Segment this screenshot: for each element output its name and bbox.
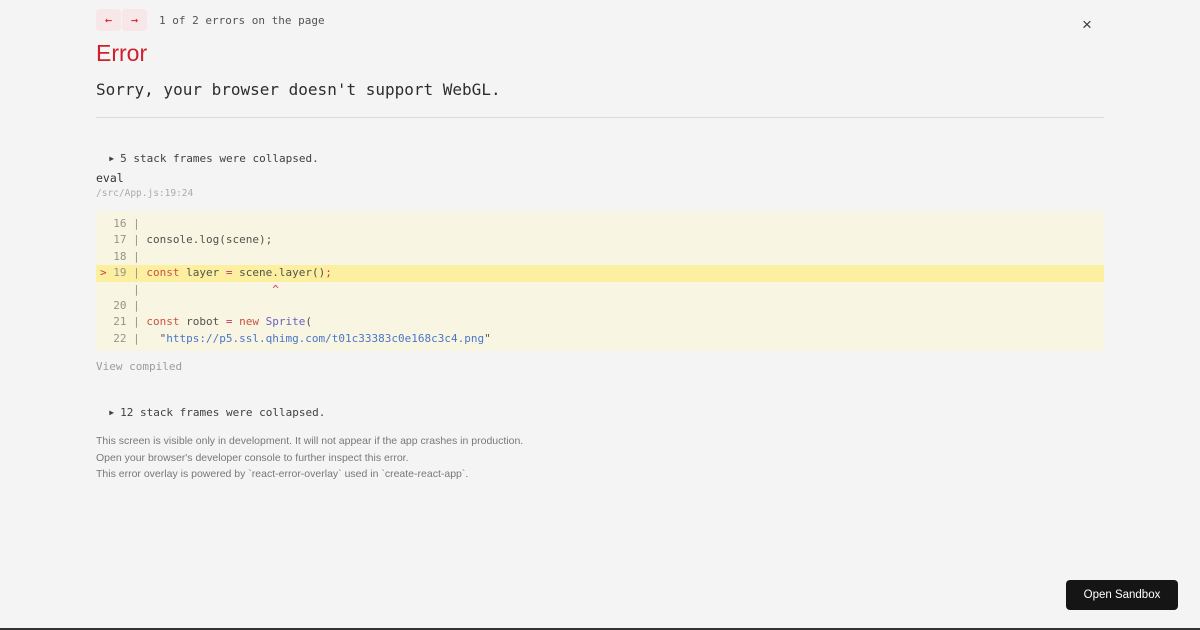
close-button[interactable]: × — [1080, 14, 1094, 35]
footer-notes: This screen is visible only in developme… — [96, 433, 523, 483]
collapsed-frames-label: 5 stack frames were collapsed. — [120, 152, 319, 165]
code-line: 22 | "https://p5.ssl.qhimg.com/t01c33383… — [100, 331, 491, 345]
arrow-right-icon: → — [130, 13, 139, 27]
code-block: 16 | 17 | console.log(scene); 18 | > 19 … — [96, 211, 1104, 351]
error-message: Sorry, your browser doesn't support WebG… — [96, 80, 501, 99]
code-line: 20 | — [100, 298, 147, 312]
collapsed-frames-label: 12 stack frames were collapsed. — [120, 406, 326, 419]
triangle-right-icon: ▶ — [109, 154, 115, 163]
footer-note: This error overlay is powered by `react-… — [96, 468, 469, 481]
frame-location: /src/App.js:19:24 — [96, 188, 194, 199]
footer-note: This screen is visible only in developme… — [96, 435, 524, 447]
error-title: Error — [96, 40, 148, 66]
triangle-right-icon: ▶ — [109, 408, 115, 417]
previous-error-button[interactable]: ← — [96, 9, 121, 31]
footer-note: Open your browser's developer console to… — [96, 451, 409, 464]
divider — [96, 117, 1104, 118]
error-navigation: ← → 1 of 2 errors on the page — [96, 9, 325, 31]
collapsed-frames-toggle-bottom[interactable]: ▶ 12 stack frames were collapsed. — [96, 393, 325, 419]
next-error-button[interactable]: → — [122, 9, 147, 31]
code-line: 21 | const robot = new Sprite( — [100, 315, 312, 329]
view-compiled-link[interactable]: View compiled — [96, 360, 182, 373]
code-line: 17 | console.log(scene); — [100, 233, 273, 247]
open-sandbox-label: Open Sandbox — [1083, 589, 1161, 601]
frame-function-name: eval — [96, 171, 124, 185]
close-icon: × — [1082, 15, 1092, 34]
code-line: 16 | — [100, 217, 147, 230]
collapsed-frames-toggle-top[interactable]: ▶ 5 stack frames were collapsed. — [96, 139, 319, 165]
open-sandbox-button[interactable]: Open Sandbox — [1066, 580, 1178, 610]
code-line: 18 | — [100, 249, 147, 263]
error-count-label: 1 of 2 errors on the page — [159, 13, 325, 27]
code-line: > 19 | const layer = scene.layer(); — [96, 265, 1104, 282]
arrow-left-icon: ← — [104, 13, 113, 27]
code-line: | ^ — [100, 282, 279, 296]
